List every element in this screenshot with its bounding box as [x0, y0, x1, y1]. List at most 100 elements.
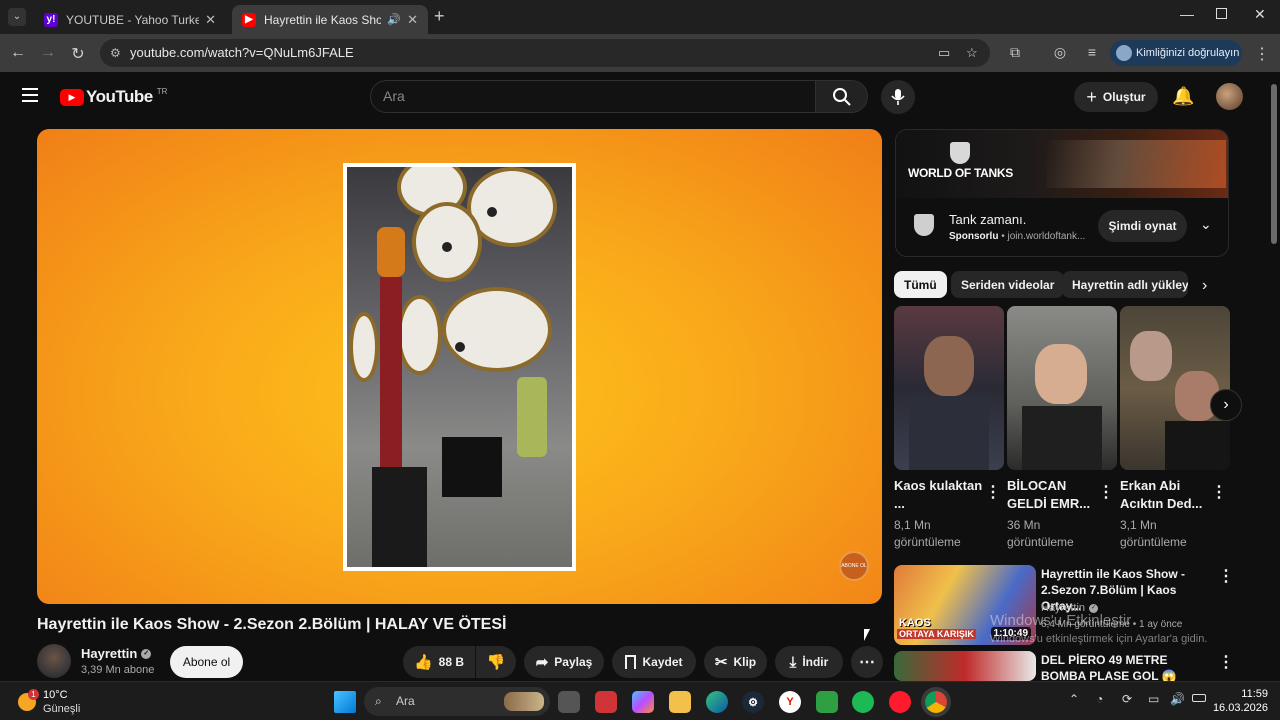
close-tab-icon[interactable]: ✕: [401, 12, 418, 28]
search-icon: ⌕: [375, 694, 382, 708]
avatar[interactable]: [1216, 83, 1243, 110]
short-views-unit: görüntüleme: [1120, 535, 1187, 549]
chip-series-videos[interactable]: Seriden videolar: [951, 271, 1065, 298]
subscribe-watermark[interactable]: ABONE OL: [839, 551, 869, 581]
short-thumbnail-2[interactable]: [1007, 306, 1117, 470]
task-view-icon[interactable]: [558, 691, 580, 713]
scrollbar-thumb[interactable]: [1271, 84, 1277, 244]
yahoo-icon: y!: [44, 12, 58, 27]
ad-banner-image[interactable]: WORLD OF TANKS: [896, 130, 1228, 198]
media-control-icon[interactable]: ≡: [1082, 44, 1102, 60]
close-window-icon[interactable]: ✕: [1254, 6, 1266, 23]
site-info-icon[interactable]: ⚙: [110, 39, 121, 67]
subscriber-count: 3,39 Mn abone: [81, 664, 155, 676]
recommended-menu-2-icon[interactable]: ⋮: [1218, 652, 1234, 672]
tray-display-icon[interactable]: ▭: [1148, 692, 1159, 706]
voice-search-button[interactable]: [881, 80, 915, 114]
clock[interactable]: 11:59 16.03.2026: [1212, 687, 1268, 715]
browser-menu-icon[interactable]: ⋮: [1252, 44, 1272, 64]
share-button[interactable]: ➦ Paylaş: [524, 646, 604, 678]
create-button[interactable]: + Oluştur: [1074, 82, 1158, 112]
more-horizontal-icon: ⋯: [859, 654, 875, 671]
yandex-icon[interactable]: Y: [779, 691, 801, 713]
clip-button[interactable]: ✂ Klip: [704, 646, 767, 678]
taskbar-search-placeholder: Ara: [396, 694, 415, 708]
ad-cta-button[interactable]: Şimdi oynat: [1098, 210, 1187, 242]
weather-badge: 1: [28, 689, 39, 700]
maximize-icon[interactable]: [1216, 8, 1227, 19]
battery-icon[interactable]: [1192, 694, 1206, 702]
save-button[interactable]: Kaydet: [612, 646, 696, 678]
hamburger-menu-icon[interactable]: [22, 88, 38, 102]
copilot-icon[interactable]: ◎: [1050, 44, 1070, 61]
short-title-2[interactable]: BİLOCAN GELDİ EMR...: [1007, 477, 1097, 513]
shorts-next-button[interactable]: ›: [1210, 389, 1242, 421]
weather-widget[interactable]: 1 10°C Güneşli: [16, 687, 106, 717]
back-icon[interactable]: ←: [8, 44, 28, 62]
short-menu-3-icon[interactable]: ⋮: [1211, 482, 1227, 502]
search-input[interactable]: Ara: [370, 80, 816, 113]
tab-search-button[interactable]: ⌄: [8, 8, 26, 26]
notifications-bell-icon[interactable]: 🔔: [1172, 86, 1194, 107]
tray-app-icon[interactable]: ◔: [1096, 692, 1103, 706]
short-thumbnail-3[interactable]: [1120, 306, 1230, 470]
channel-avatar[interactable]: [37, 644, 71, 678]
short-views-2: 36 Mn görüntüleme: [1007, 517, 1107, 551]
tray-overflow-chevron-icon[interactable]: ⌃: [1069, 692, 1079, 706]
video-frame: [343, 163, 576, 571]
channel-name[interactable]: Hayrettin ✓: [81, 646, 152, 661]
install-app-icon[interactable]: ▭: [938, 39, 950, 67]
search-button[interactable]: [816, 80, 868, 113]
short-menu-1-icon[interactable]: ⋮: [985, 482, 1001, 502]
page-scrollbar[interactable]: [1270, 72, 1278, 681]
copilot-app-icon[interactable]: [632, 691, 654, 713]
volume-icon[interactable]: 🔊: [1170, 692, 1185, 706]
file-explorer-icon[interactable]: [669, 691, 691, 713]
start-menu-icon[interactable]: [334, 691, 356, 713]
tab-yahoo[interactable]: y! YOUTUBE - Yahoo Turkey Aram ✕: [34, 5, 226, 34]
region-code: TR: [156, 86, 168, 96]
recommended-thumbnail-2[interactable]: [894, 651, 1036, 681]
close-tab-icon[interactable]: ✕: [199, 12, 216, 28]
address-bar[interactable]: ⚙ youtube.com/watch?v=QNuLm6JFALE ▭ ☆: [100, 39, 990, 67]
short-menu-2-icon[interactable]: ⋮: [1098, 482, 1114, 502]
chips-next-chevron-icon[interactable]: ›: [1202, 277, 1207, 295]
edge-icon[interactable]: [706, 691, 728, 713]
youtube-logo[interactable]: ▶ YouTube TR: [60, 87, 167, 107]
short-title-3[interactable]: Erkan Abi Acıktın Ded...: [1120, 477, 1210, 513]
speaker-icon[interactable]: 🔊: [387, 13, 401, 26]
download-label: İndir: [802, 655, 829, 669]
app-red-icon[interactable]: [595, 691, 617, 713]
extensions-icon[interactable]: ⧉: [1005, 44, 1025, 61]
ad-expand-chevron-icon[interactable]: ⌄: [1200, 216, 1212, 233]
new-tab-button[interactable]: +: [434, 6, 445, 27]
reload-icon[interactable]: ↻: [68, 44, 88, 64]
taskbar-search-box[interactable]: ⌕ Ara: [364, 687, 550, 716]
video-player[interactable]: ABONE OL: [37, 129, 882, 604]
bookmark-star-icon[interactable]: ☆: [966, 39, 978, 67]
opera-icon[interactable]: [889, 691, 911, 713]
short-title-1[interactable]: Kaos kulaktan ...: [894, 477, 984, 513]
verify-identity-button[interactable]: Kimliğinizi doğrulayın: [1110, 40, 1242, 66]
tray-update-icon[interactable]: ⟳: [1122, 692, 1132, 706]
subscribe-button[interactable]: Abone ol: [170, 646, 243, 678]
steam-icon[interactable]: ⚙: [742, 691, 764, 713]
more-actions-button[interactable]: ⋯: [851, 646, 883, 678]
like-button[interactable]: 👍 88 B: [403, 646, 475, 678]
recommended-menu-1-icon[interactable]: ⋮: [1218, 566, 1234, 586]
dislike-button[interactable]: 👎: [476, 646, 516, 678]
short-thumbnail-1[interactable]: [894, 306, 1004, 470]
clip-label: Klip: [733, 655, 757, 669]
sponsored-ad-card[interactable]: WORLD OF TANKS Tank zamanı. Sponsorlu • …: [895, 129, 1229, 257]
forward-icon[interactable]: →: [38, 44, 58, 62]
ad-brand-text: WORLD OF TANKS: [908, 166, 1013, 180]
tab-youtube[interactable]: ▶ Hayrettin ile Kaos Show - 2. 🔊 ✕: [232, 5, 428, 34]
chrome-icon[interactable]: [925, 691, 947, 713]
tracker-app-icon[interactable]: [816, 691, 838, 713]
chip-uploader[interactable]: Hayrettin adlı yükleyic: [1062, 271, 1188, 298]
minimize-icon[interactable]: —: [1180, 6, 1194, 22]
download-button[interactable]: ⤓ İndir: [775, 646, 843, 678]
spotify-icon[interactable]: [852, 691, 874, 713]
activation-watermark-title: Windows'u Etkinleştir: [990, 612, 1132, 629]
chip-all[interactable]: Tümü: [894, 271, 947, 298]
